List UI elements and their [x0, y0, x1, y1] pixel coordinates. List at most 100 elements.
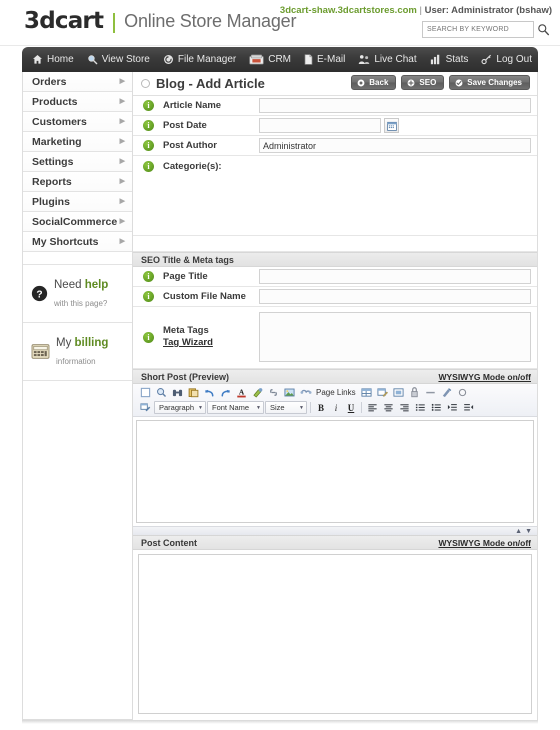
unordered-list-icon[interactable] — [429, 401, 444, 415]
document-icon — [304, 54, 313, 65]
chevron-down-icon: ▼ — [256, 404, 261, 411]
align-right-icon[interactable] — [397, 401, 412, 415]
need-help-promo[interactable]: ? Need help with this page? — [23, 265, 132, 323]
store-domain-link[interactable]: 3dcart-shaw.3dcartstores.com — [280, 5, 417, 16]
undo-icon[interactable] — [202, 386, 217, 400]
bold-button[interactable]: B — [314, 401, 328, 414]
short-post-title: Short Post (Preview) — [141, 371, 230, 382]
highlight-color-icon[interactable] — [250, 386, 265, 400]
clean-formatting-icon[interactable] — [439, 386, 454, 400]
store-user-label: User: Administrator (bshaw) — [424, 5, 552, 16]
sidebar-item-label: Marketing — [32, 135, 82, 148]
page-links-icon[interactable] — [298, 386, 313, 400]
need-help-line2: with this page? — [54, 299, 108, 309]
align-left-icon[interactable] — [365, 401, 380, 415]
tag-wizard-link[interactable]: Tag Wizard — [163, 337, 213, 348]
sidebar-item-customers[interactable]: Customers ▶ — [23, 112, 132, 132]
custom-file-name-input[interactable] — [259, 289, 531, 304]
sidebar-item-reports[interactable]: Reports ▶ — [23, 172, 132, 192]
indent-icon[interactable] — [445, 401, 460, 415]
nav-item-log-out[interactable]: Log Out — [481, 54, 532, 65]
seo-button[interactable]: SEO — [401, 75, 445, 90]
paste-clipboard-icon[interactable] — [186, 386, 201, 400]
info-icon[interactable]: i — [143, 271, 154, 282]
info-icon[interactable]: i — [143, 100, 154, 111]
resize-down-icon[interactable]: ▼ — [525, 528, 532, 535]
brand-logo[interactable]: 3dcart Online Store Manager — [24, 8, 296, 34]
sidebar-item-label: Customers — [32, 115, 87, 128]
find-binoculars-icon[interactable] — [170, 386, 185, 400]
chevron-right-icon: ▶ — [119, 238, 125, 245]
meta-tags-label: Meta Tags Tag Wizard — [163, 325, 259, 349]
edit-source-icon[interactable] — [138, 401, 153, 415]
nav-item-home[interactable]: Home — [32, 54, 74, 65]
chevron-right-icon: ▶ — [119, 218, 125, 225]
info-icon[interactable]: i — [143, 291, 154, 302]
new-document-icon[interactable] — [138, 386, 153, 400]
post-content-textarea[interactable] — [138, 554, 532, 714]
horizontal-rule-icon[interactable] — [423, 386, 438, 400]
main-navbar: Home View Store File Manager CRM E-Mail … — [22, 47, 538, 72]
edit-table-icon[interactable] — [375, 386, 390, 400]
nav-item-crm[interactable]: CRM — [249, 54, 291, 65]
italic-button[interactable]: i — [329, 401, 343, 414]
table-cell-icon[interactable] — [391, 386, 406, 400]
redo-icon[interactable] — [218, 386, 233, 400]
anchor-icon[interactable] — [407, 386, 422, 400]
sidebar-item-orders[interactable]: Orders ▶ — [23, 72, 132, 92]
info-icon[interactable]: i — [143, 160, 154, 172]
nav-item-email[interactable]: E-Mail — [304, 54, 345, 65]
page-links-label[interactable]: Page Links — [314, 388, 358, 397]
back-button[interactable]: Back — [351, 75, 397, 90]
nav-item-view-store[interactable]: View Store — [87, 54, 150, 65]
info-icon[interactable]: i — [143, 331, 154, 343]
sidebar-item-socialcommerce[interactable]: SocialCommerce ▶ — [23, 212, 132, 232]
chevron-down-icon: ▼ — [299, 404, 304, 411]
article-name-input[interactable] — [259, 98, 531, 113]
nav-item-stats[interactable]: Stats — [430, 54, 468, 65]
my-billing-promo[interactable]: My billing information — [23, 323, 132, 381]
post-date-input[interactable] — [259, 118, 381, 133]
insert-link-icon[interactable] — [266, 386, 281, 400]
font-size-select[interactable]: Size ▼ — [265, 401, 307, 414]
insert-table-icon[interactable] — [359, 386, 374, 400]
post-author-label: Post Author — [163, 140, 218, 151]
ordered-list-icon[interactable] — [413, 401, 428, 415]
calendar-picker-button[interactable] — [384, 118, 399, 133]
insert-image-icon[interactable] — [282, 386, 297, 400]
preview-magnifier-icon[interactable] — [154, 386, 169, 400]
categories-list-area[interactable] — [133, 176, 537, 236]
save-changes-button[interactable]: Save Changes — [449, 75, 530, 90]
text-color-icon[interactable]: A — [234, 386, 249, 400]
logo-wordmark: 3dcart — [24, 8, 104, 34]
info-icon[interactable]: i — [143, 140, 154, 151]
search-input[interactable] — [422, 21, 534, 38]
post-author-input[interactable] — [259, 138, 531, 153]
underline-button[interactable]: U — [344, 401, 358, 414]
nav-label: View Store — [101, 54, 150, 65]
sidebar-item-products[interactable]: Products ▶ — [23, 92, 132, 112]
help-icon[interactable] — [455, 386, 470, 400]
post-content-wysiwyg-toggle[interactable]: WYSIWYG Mode on/off — [438, 538, 531, 548]
short-post-editor-footer: ▲ ▼ — [133, 526, 537, 535]
need-help-text: Need help with this page? — [54, 275, 108, 312]
nav-item-live-chat[interactable]: Live Chat — [358, 54, 417, 65]
sidebar-item-plugins[interactable]: Plugins ▶ — [23, 192, 132, 212]
short-post-wysiwyg-toggle[interactable]: WYSIWYG Mode on/off — [438, 372, 531, 382]
search-button[interactable] — [534, 21, 552, 38]
resize-up-icon[interactable]: ▲ — [515, 528, 522, 535]
font-name-select[interactable]: Font Name ▼ — [207, 401, 264, 414]
outdent-icon[interactable] — [461, 401, 476, 415]
meta-tags-textarea[interactable] — [259, 312, 531, 362]
paragraph-style-select[interactable]: Paragraph ▼ — [154, 401, 206, 414]
info-icon[interactable]: i — [143, 120, 154, 131]
page-title-input[interactable] — [259, 269, 531, 284]
short-post-editable-area[interactable] — [136, 420, 534, 523]
sidebar-item-settings[interactable]: Settings ▶ — [23, 152, 132, 172]
nav-label: E-Mail — [317, 54, 346, 65]
nav-item-file-manager[interactable]: File Manager — [163, 54, 236, 65]
sidebar-item-my-shortcuts[interactable]: My Shortcuts ▶ — [23, 232, 132, 252]
circle-plus-icon — [407, 79, 415, 87]
align-center-icon[interactable] — [381, 401, 396, 415]
sidebar-item-marketing[interactable]: Marketing ▶ — [23, 132, 132, 152]
